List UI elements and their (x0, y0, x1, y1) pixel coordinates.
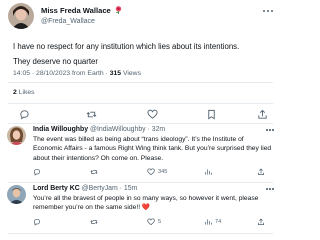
bookmark-button[interactable] (206, 109, 217, 120)
tweet-action-bar (0, 109, 281, 121)
reply-button[interactable] (33, 218, 44, 226)
share-icon (257, 109, 268, 120)
tweet-author[interactable]: Miss Freda Wallace @Freda_Wallace (8, 3, 123, 29)
more-icon[interactable] (266, 188, 274, 190)
timestamp[interactable]: 14:05 · 28/10/2023 from Earth · (13, 70, 110, 77)
like-count: 345 (158, 169, 168, 175)
reply-author-handle[interactable]: @BertyJam · 15m (82, 185, 138, 192)
heart-emoji: ❤️ (141, 204, 151, 212)
reply-button[interactable] (33, 168, 44, 176)
like-icon (147, 109, 158, 120)
share-button[interactable] (257, 218, 265, 226)
like-icon (147, 218, 155, 226)
tweet-text-line-2: They deserve no quarter (13, 56, 98, 66)
avatar[interactable] (8, 3, 34, 29)
views-icon (204, 168, 212, 176)
views-count: 315 (109, 70, 122, 77)
divider (8, 103, 273, 104)
share-button[interactable] (257, 168, 265, 176)
reply-author-handle[interactable]: @IndiaWilloughby · 32m (90, 126, 165, 133)
likes-link[interactable]: 2 Likes (13, 89, 35, 96)
tweet-text-line-1: I have no respect for any institution wh… (13, 42, 240, 51)
views-button[interactable]: 74 (204, 218, 221, 226)
likes-label: Likes (16, 89, 35, 96)
more-icon[interactable] (263, 10, 273, 12)
reply-icon (19, 109, 30, 120)
like-icon (147, 168, 155, 176)
reply-button[interactable] (19, 109, 30, 120)
retweet-icon (86, 109, 97, 120)
reply-icon (33, 218, 41, 226)
reply-author-name[interactable]: Lord Berty KC (33, 185, 80, 192)
divider (8, 82, 273, 83)
reply-icon (33, 168, 41, 176)
bookmark-icon (206, 109, 217, 120)
reply-text: The event was billed as being about “tra… (33, 136, 272, 162)
divider (8, 233, 273, 234)
author-name[interactable]: Miss Freda Wallace (41, 6, 111, 16)
divider (8, 123, 273, 124)
retweet-icon (90, 218, 98, 226)
author-handle[interactable]: @Freda_Wallace (41, 17, 123, 27)
views-label: Views (121, 70, 141, 77)
verified-rose-badge-icon (114, 5, 123, 17)
like-button[interactable]: 5 (147, 218, 161, 226)
share-icon (257, 218, 265, 226)
retweet-button[interactable] (90, 168, 101, 176)
reply-text: You’re all the bravest of people in so m… (33, 194, 273, 213)
retweet-button[interactable] (90, 218, 101, 226)
views-count: 74 (215, 219, 222, 225)
reply-author-name[interactable]: India Willoughby (33, 126, 88, 133)
reply-action-bar: 5 74 (0, 218, 281, 230)
tweet-meta: 14:05 · 28/10/2023 from Earth · 315 View… (13, 70, 141, 77)
more-icon[interactable] (266, 129, 274, 131)
retweet-button[interactable] (86, 109, 97, 120)
like-button[interactable]: 345 (147, 168, 167, 176)
tweet-text: I have no respect for any institution wh… (13, 40, 271, 69)
views-button[interactable] (204, 168, 215, 176)
reply-action-bar: 345 (0, 168, 281, 180)
avatar[interactable] (7, 126, 26, 145)
views-icon (204, 218, 212, 226)
like-count: 5 (158, 219, 162, 225)
share-button[interactable] (257, 109, 268, 120)
like-button[interactable] (147, 109, 158, 120)
share-icon (257, 168, 265, 176)
avatar[interactable] (7, 185, 26, 204)
retweet-icon (90, 168, 98, 176)
divider (8, 182, 273, 183)
